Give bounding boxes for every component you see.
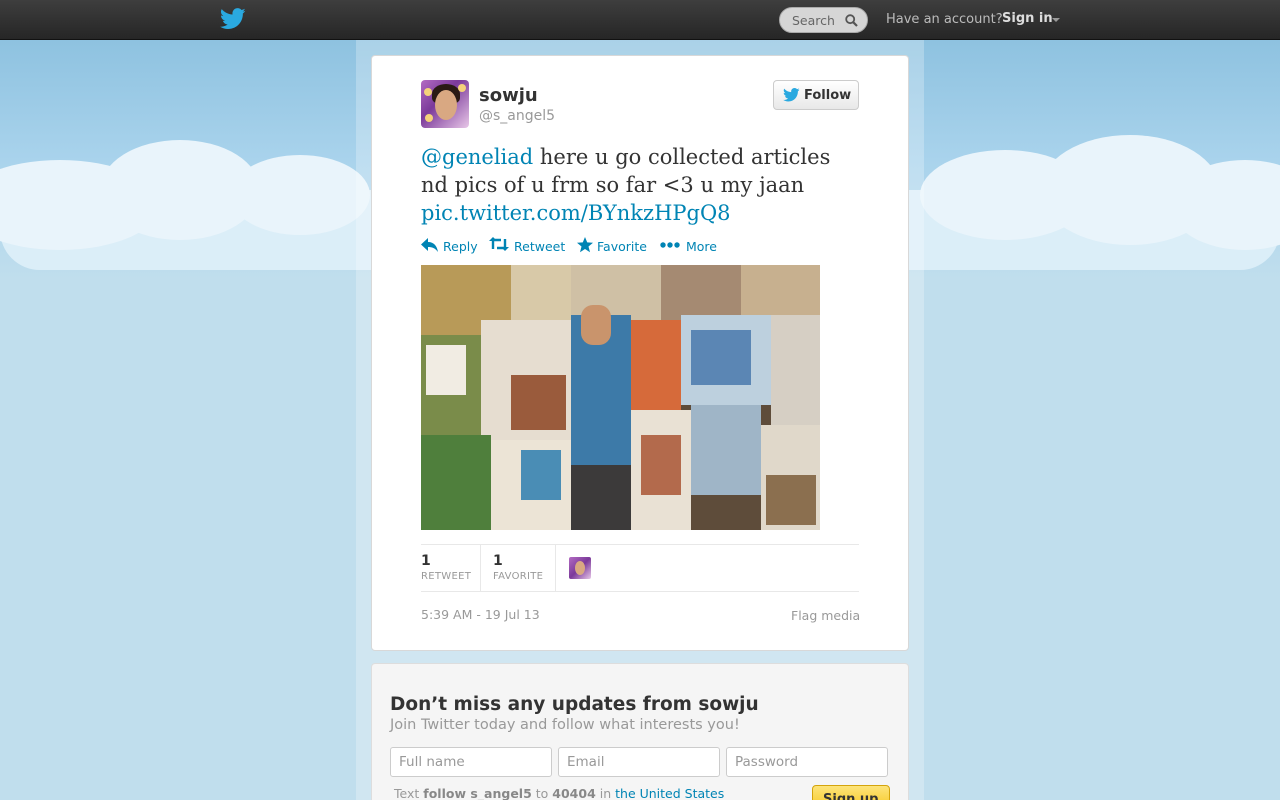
email-field[interactable]: Email — [558, 747, 720, 777]
password-placeholder: Password — [735, 754, 799, 770]
media-collage — [421, 265, 820, 530]
media-link[interactable]: pic.twitter.com/BYnkzHPgQ8 — [421, 201, 731, 225]
chevron-down-icon[interactable] — [1052, 18, 1060, 22]
sms-number: 40404 — [552, 786, 596, 800]
more-icon — [660, 242, 680, 248]
top-navigation-bar: Search Have an account? Sign in — [0, 0, 1280, 40]
have-account-text: Have an account? — [886, 12, 1003, 27]
sms-country-link[interactable]: the United States — [615, 786, 724, 800]
favorite-button[interactable]: Favorite — [577, 237, 649, 255]
sms-follow-instructions: Text follow s_angel5 to 40404 in the Uni… — [394, 786, 724, 800]
search-input[interactable]: Search — [779, 7, 868, 33]
retweet-button[interactable]: Retweet — [489, 237, 565, 255]
divider — [555, 545, 556, 592]
full-name-field[interactable]: Full name — [390, 747, 552, 777]
mention-link[interactable]: @geneliad — [421, 145, 533, 169]
avatar[interactable] — [421, 80, 469, 128]
follow-label: Follow — [804, 88, 852, 103]
more-label: More — [686, 239, 717, 254]
retweet-stat[interactable]: 1 RETWEET — [421, 545, 480, 592]
sms-to: to — [531, 786, 553, 800]
bird-icon[interactable] — [220, 8, 246, 30]
search-icon[interactable] — [845, 14, 858, 27]
retweet-icon — [489, 237, 509, 251]
sms-command: follow s_angel5 — [423, 786, 532, 800]
reply-button[interactable]: Reply — [421, 237, 479, 255]
tweet-media-image[interactable] — [421, 265, 820, 530]
reply-icon — [421, 238, 438, 252]
signup-title: Don’t miss any updates from sowju — [390, 694, 759, 715]
favorite-stat[interactable]: 1 FAVORITE — [493, 545, 555, 592]
screen-name[interactable]: @s_angel5 — [479, 108, 555, 124]
favorite-label: Favorite — [597, 239, 647, 254]
email-placeholder: Email — [567, 754, 605, 770]
tweet-stats: 1 RETWEET 1 FAVORITE — [421, 544, 859, 592]
follow-button[interactable]: Follow — [773, 80, 859, 110]
signup-subtitle: Join Twitter today and follow what inter… — [390, 717, 740, 733]
signup-button-label: Sign up — [823, 792, 879, 800]
divider — [480, 545, 481, 592]
favorite-count-label: FAVORITE — [493, 571, 544, 582]
star-icon — [577, 237, 593, 253]
reply-label: Reply — [443, 239, 478, 254]
sms-in: in — [595, 786, 616, 800]
more-button[interactable]: More — [660, 237, 720, 255]
signup-button[interactable]: Sign up — [812, 785, 890, 800]
bird-icon — [783, 88, 800, 102]
display-name[interactable]: sowju — [479, 85, 538, 106]
full-name-placeholder: Full name — [399, 754, 465, 770]
favorite-count: 1 — [493, 553, 503, 569]
tweet-text: @geneliad here u go collected articles n… — [421, 143, 851, 227]
retweet-count-label: RETWEET — [421, 571, 472, 582]
flag-media-link[interactable]: Flag media — [791, 608, 860, 623]
tweet-timestamp[interactable]: 5:39 AM - 19 Jul 13 — [421, 607, 540, 622]
sms-prefix: Text — [394, 786, 424, 800]
favoriter-avatar[interactable] — [569, 557, 591, 579]
password-field[interactable]: Password — [726, 747, 888, 777]
retweet-label: Retweet — [514, 239, 566, 254]
sign-in-link[interactable]: Sign in — [1002, 11, 1053, 26]
retweet-count: 1 — [421, 553, 431, 569]
search-placeholder: Search — [792, 13, 835, 28]
